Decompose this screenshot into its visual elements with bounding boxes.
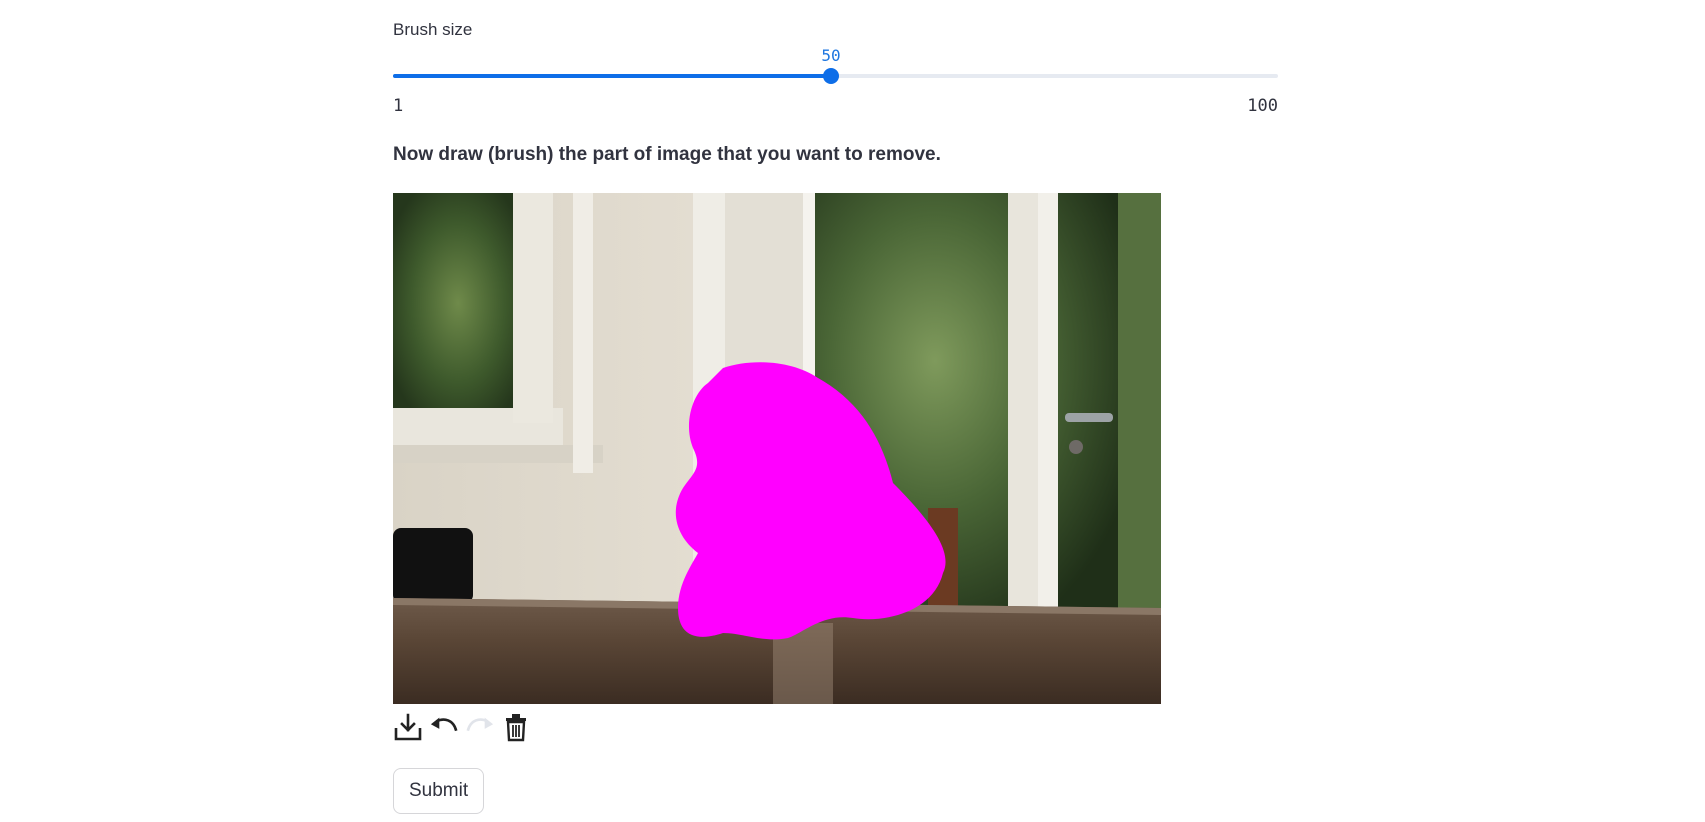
slider-max-label: 100	[1247, 96, 1278, 116]
slider-fill	[393, 74, 831, 78]
slider-current-value: 50	[821, 46, 841, 65]
submit-button[interactable]: Submit	[393, 768, 485, 814]
instruction-text: Now draw (brush) the part of image that …	[393, 144, 941, 165]
slider-thumb[interactable]	[823, 68, 839, 84]
canvas-toolbar	[393, 710, 531, 744]
slider-min-label: 1	[393, 96, 404, 116]
drawing-canvas[interactable]	[393, 193, 1161, 704]
trash-icon[interactable]	[501, 711, 531, 743]
slider-label: Brush size	[393, 20, 473, 39]
canvas-image	[393, 193, 1161, 704]
undo-icon[interactable]	[429, 711, 459, 743]
brush-size-slider[interactable]	[393, 68, 1278, 84]
redo-icon[interactable]	[465, 711, 495, 743]
download-icon[interactable]	[393, 711, 423, 743]
